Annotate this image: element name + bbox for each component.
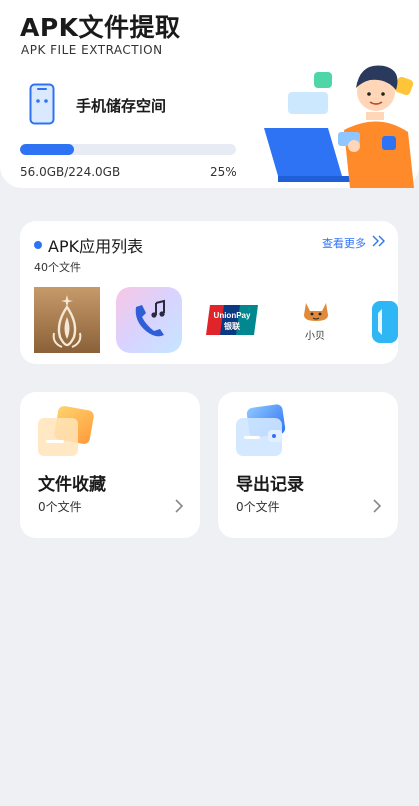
double-chevron-right-icon[interactable] bbox=[370, 234, 386, 248]
storage-percent: 25% bbox=[210, 165, 237, 179]
page-title: APK文件提取 bbox=[20, 13, 181, 42]
wallet-export-icon bbox=[236, 404, 286, 456]
app-xiaobei-icon[interactable] bbox=[288, 295, 344, 351]
favorites-card[interactable]: 文件收藏 0个文件 bbox=[20, 392, 200, 538]
storage-label: 手机储存空间 bbox=[76, 97, 167, 115]
svg-text:银联: 银联 bbox=[223, 321, 240, 331]
section-dot bbox=[34, 241, 42, 249]
app-xiaobei-label: 小贝 bbox=[305, 331, 325, 342]
app-music-call-icon[interactable] bbox=[116, 287, 182, 353]
chevron-right-icon[interactable] bbox=[372, 499, 382, 513]
folder-favorites-icon bbox=[38, 406, 94, 456]
svg-text:UnionPay: UnionPay bbox=[214, 311, 251, 320]
app-unionpay-icon[interactable]: UnionPay 银联 bbox=[204, 303, 260, 337]
phone-icon bbox=[29, 83, 55, 125]
exports-card[interactable]: 导出记录 0个文件 bbox=[218, 392, 398, 538]
apk-list-card[interactable]: APK应用列表 查看更多 40个文件 UnionPay 银联 小贝 bbox=[20, 221, 398, 364]
exports-count: 0个文件 bbox=[236, 500, 280, 514]
page-subtitle: APK FILE EXTRACTION bbox=[21, 43, 163, 57]
chevron-right-icon[interactable] bbox=[174, 499, 184, 513]
favorites-count: 0个文件 bbox=[38, 500, 82, 514]
app-gold-flame-icon[interactable] bbox=[34, 287, 100, 353]
storage-progress-fill bbox=[20, 144, 74, 155]
favorites-title: 文件收藏 bbox=[38, 475, 106, 495]
app-partial-blue-icon[interactable] bbox=[372, 301, 398, 343]
exports-title: 导出记录 bbox=[236, 475, 304, 495]
view-more-link[interactable]: 查看更多 bbox=[322, 235, 366, 251]
storage-usage: 56.0GB/224.0GB bbox=[20, 165, 121, 179]
header-panel: APK文件提取 APK FILE EXTRACTION 手机储存空间 56.0G… bbox=[0, 0, 419, 188]
apk-count: 40个文件 bbox=[34, 261, 81, 274]
storage-progress-bar bbox=[20, 144, 236, 155]
person-laptop-illustration bbox=[264, 65, 414, 188]
apk-list-title: APK应用列表 bbox=[48, 237, 144, 256]
